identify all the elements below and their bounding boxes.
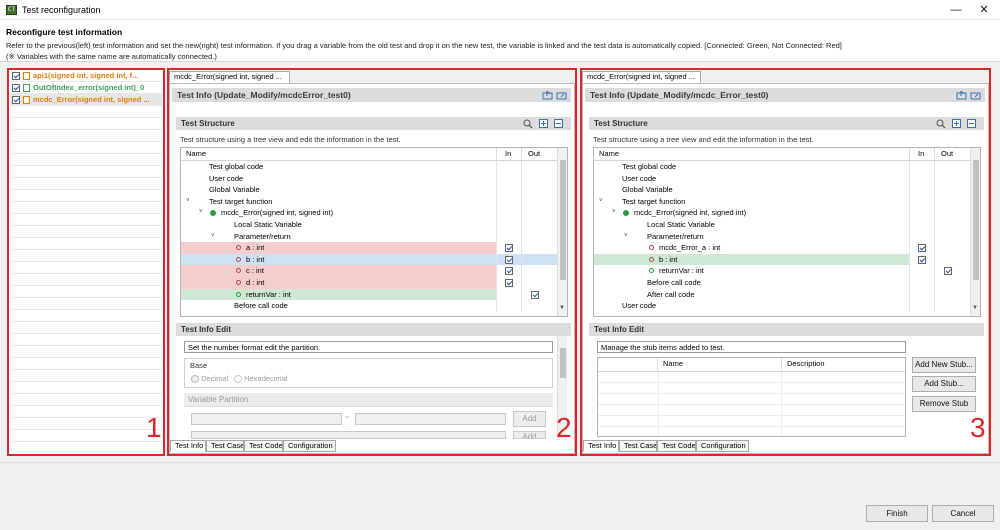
app-icon: CT xyxy=(6,5,17,15)
highlight-frame-1 xyxy=(7,68,165,456)
close-icon[interactable]: ✕ xyxy=(968,0,1000,20)
title-bar xyxy=(0,0,1000,20)
panel-number-3: 3 xyxy=(970,412,986,443)
window-title: Test reconfiguration xyxy=(22,5,101,15)
dialog-note: (※ Variables with the same name are auto… xyxy=(6,52,217,61)
panel-number-1: 1 xyxy=(146,412,162,443)
dialog-description: Refer to the previous(left) test informa… xyxy=(6,41,842,50)
highlight-frame-2 xyxy=(167,68,577,456)
panel-number-2: 2 xyxy=(556,412,572,443)
dialog-title: Reconfigure test information xyxy=(6,27,123,37)
finish-button[interactable]: Finish xyxy=(866,505,928,522)
footer-divider xyxy=(0,462,1000,463)
highlight-frame-3 xyxy=(580,68,991,456)
cancel-button[interactable]: Cancel xyxy=(932,505,994,522)
